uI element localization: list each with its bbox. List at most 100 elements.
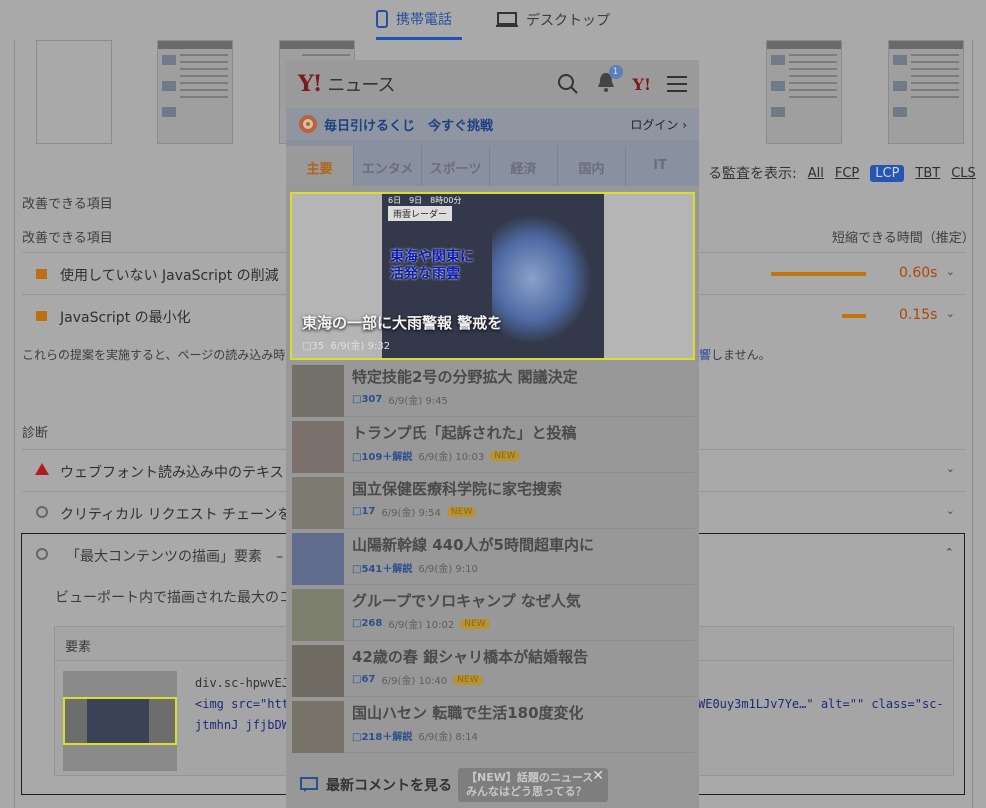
rain-radar-image: 6日 9日 8時00分 雨雲レーダー 東海や関東に 活発な雨雲 — [382, 194, 604, 358]
filmstrip-frame — [157, 40, 233, 144]
audit-filter-label: る監査を表示: — [708, 166, 797, 182]
new-badge: NEW — [446, 506, 477, 517]
news-date: 6/9(金) 10:02 — [388, 620, 455, 631]
savings-bar — [842, 314, 866, 318]
tab-mobile[interactable]: 携帯電話 — [376, 0, 462, 40]
lcp-description: ビューポート内で描画された最大のコ — [55, 590, 293, 606]
nav-tab[interactable]: エンタメ — [354, 146, 422, 186]
lottery-banner[interactable]: 毎日引けるくじ 今すぐ挑戦 ログイン › — [286, 108, 699, 140]
news-comments: □218＋解説 — [352, 732, 413, 743]
diagnostic-label: ウェブフォント読み込み中のテキス — [60, 465, 284, 481]
chevron-down-icon: ⌄ — [945, 462, 955, 475]
news-meta: □218＋解説 6/9(金) 8:14 — [352, 728, 478, 743]
news-title: 国立保健医療科学院に家宅捜索 — [352, 480, 563, 498]
new-badge: NEW — [453, 674, 483, 685]
news-date: 6/9(金) 9:54 — [381, 508, 441, 519]
desktop-icon — [496, 12, 518, 27]
comments-footer[interactable]: 最新コメントを見る 【NEW】話題のニュース みんなはどう思ってる？ ✕ — [286, 762, 699, 808]
filter-tbt[interactable]: TBT — [915, 166, 940, 181]
news-item[interactable]: トランプ氏「起訴された」と投稿 □109＋解説 6/9(金) 10:03 NEW — [292, 418, 695, 473]
news-thumbnail — [292, 645, 344, 697]
news-title: グループでソロキャンプ なぜ人気 — [352, 592, 581, 610]
mobile-header: Y! ニュース 1 Y! — [286, 60, 699, 108]
close-icon[interactable]: ✕ — [592, 769, 604, 783]
news-item[interactable]: 国山ハセン 転職で生活180度変化 □218＋解説 6/9(金) 8:14 — [292, 698, 695, 753]
opportunities-note-tail: しません。 — [711, 348, 771, 362]
news-thumbnail — [292, 533, 344, 585]
chevron-down-icon: ⌄ — [945, 307, 955, 320]
radar-caption: 東海や関東に — [390, 249, 474, 265]
news-date: 6/9(金) 10:40 — [381, 676, 448, 687]
filter-cls[interactable]: CLS — [951, 166, 976, 181]
new-topic-bubble[interactable]: 【NEW】話題のニュース みんなはどう思ってる？ ✕ — [458, 768, 608, 802]
radar-tag: 雨雲レーダー — [388, 206, 453, 221]
nav-tab[interactable]: 主要 — [286, 146, 354, 186]
savings-value: 0.60s — [899, 265, 938, 281]
lcp-screenshot-overlay: Y! ニュース 1 Y! 毎日引けるくじ 今すぐ挑戦 ログイン › 主要 エンタメ… — [286, 60, 699, 808]
news-date: 6/9(金) 9:10 — [418, 564, 478, 575]
filmstrip-frame — [888, 40, 964, 144]
hero-article-lcp[interactable]: 6日 9日 8時00分 雨雲レーダー 東海や関東に 活発な雨雲 東海の一部に大雨警… — [290, 192, 695, 360]
news-title: 42歳の春 銀シャリ橋本が結婚報告 — [352, 648, 589, 666]
nav-tab[interactable]: スポーツ — [422, 146, 490, 186]
news-item[interactable]: 42歳の春 銀シャリ橋本が結婚報告 □67 6/9(金) 10:40 NEW — [292, 642, 695, 697]
logo-text: ニュース — [327, 75, 395, 96]
nav-tab[interactable]: IT — [626, 146, 694, 186]
news-meta: □17 6/9(金) 9:54 NEW — [352, 504, 477, 519]
news-comments: □268 — [352, 618, 383, 629]
news-comments: □67 — [352, 674, 376, 685]
opportunities-col-left: 改善できる項目 — [22, 231, 113, 246]
opportunities-note: これらの提案を実施すると、ページの読み込み時 — [22, 348, 286, 362]
news-meta: □109＋解説 6/9(金) 10:03 NEW — [352, 448, 520, 463]
news-date: 6/9(金) 10:03 — [418, 452, 485, 463]
news-date: 6/9(金) 9:45 — [388, 396, 448, 407]
news-comments: □541＋解説 — [352, 564, 413, 575]
chevron-up-icon[interactable]: ⌃ — [945, 546, 954, 559]
chevron-down-icon: ⌄ — [945, 265, 955, 278]
filmstrip-frame — [766, 40, 842, 144]
info-circle-icon — [36, 548, 48, 560]
bubble-line: 【NEW】話題のニュース — [466, 771, 594, 784]
fail-triangle-icon — [35, 463, 49, 475]
nav-tab[interactable]: 経済 — [490, 146, 558, 186]
filter-all[interactable]: All — [808, 166, 824, 181]
news-item[interactable]: 山陽新幹線 440人が5時間超車内に □541＋解説 6/9(金) 9:10 — [292, 530, 695, 585]
news-thumbnail — [292, 421, 344, 473]
news-title: 国山ハセン 転職で生活180度変化 — [352, 704, 584, 722]
yahoo-news-logo[interactable]: Y! ニュース — [298, 71, 395, 97]
news-title: トランプ氏「起訴された」と投稿 — [352, 424, 577, 442]
info-circle-icon — [36, 506, 48, 518]
menu-icon[interactable] — [667, 75, 687, 93]
element-code-end: WE0uy3m1LJv7Ye…" alt="" class="sc- — [698, 697, 944, 711]
yahoo-icon[interactable]: Y! — [633, 75, 651, 94]
diagnostics-title: 診断 — [22, 426, 49, 441]
opportunities-title: 改善できる項目 — [22, 197, 113, 212]
warning-square-icon — [36, 269, 47, 279]
diagnostic-label: クリティカル リクエスト チェーンを — [60, 507, 292, 523]
search-icon[interactable] — [557, 73, 579, 95]
news-thumbnail — [292, 365, 344, 417]
news-meta: □67 6/9(金) 10:40 NEW — [352, 672, 483, 687]
news-thumbnail — [292, 701, 344, 753]
bell-icon[interactable]: 1 — [595, 65, 623, 97]
new-badge: NEW — [490, 450, 520, 461]
news-thumbnail — [292, 477, 344, 529]
nav-tab[interactable]: 国内 — [558, 146, 626, 186]
news-item[interactable]: 特定技能2号の分野拡大 閣議決定 □307 6/9(金) 9:45 — [292, 362, 695, 417]
hero-title: 東海の一部に大雨警報 警戒を — [302, 314, 503, 332]
lcp-audit-title[interactable]: 「最大コンテンツの描画」要素 – — [66, 546, 283, 566]
opportunities-note-link[interactable]: 響 — [699, 346, 711, 363]
filter-fcp[interactable]: FCP — [835, 166, 859, 181]
logo-mark: Y! — [298, 71, 322, 97]
login-link[interactable]: ログイン › — [630, 116, 687, 133]
phone-icon — [376, 9, 388, 28]
radar-caption: 活発な雨雲 — [390, 266, 460, 282]
opportunity-label: 使用していない JavaScript の削減 — [60, 268, 279, 284]
tab-desktop[interactable]: デスクトップ — [496, 0, 610, 40]
news-item[interactable]: 国立保健医療科学院に家宅捜索 □17 6/9(金) 9:54 NEW — [292, 474, 695, 529]
filter-lcp[interactable]: LCP — [870, 164, 905, 182]
new-badge: NEW — [460, 618, 490, 629]
news-item[interactable]: グループでソロキャンプ なぜ人気 □268 6/9(金) 10:02 NEW — [292, 586, 695, 641]
radar-time: 6日 9日 8時00分 — [388, 196, 462, 205]
news-comments: □17 — [352, 506, 376, 517]
